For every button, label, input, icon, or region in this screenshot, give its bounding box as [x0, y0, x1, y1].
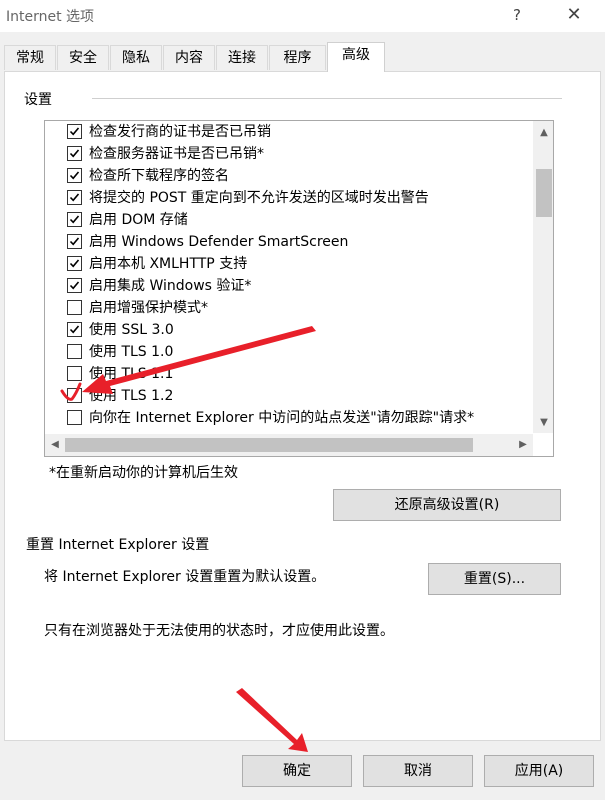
title-bar: Internet 选项 ? ✕ — [0, 0, 605, 32]
checkbox-checked[interactable] — [67, 190, 82, 205]
checkbox-checked[interactable] — [67, 322, 82, 337]
scroll-down-icon[interactable]: ▼ — [534, 413, 553, 433]
setting-label: 使用 TLS 1.1 — [89, 366, 174, 382]
checkbox-unchecked[interactable] — [67, 300, 82, 315]
horizontal-scroll-thumb[interactable] — [65, 438, 473, 452]
restart-note: *在重新启动你的计算机后生效 — [49, 465, 238, 481]
setting-label: 检查服务器证书是否已吊销* — [89, 146, 264, 162]
group-divider — [92, 98, 562, 99]
checkbox-checked[interactable] — [67, 256, 82, 271]
settings-listbox[interactable]: 检查发行商的证书是否已吊销 检查服务器证书是否已吊销* 检查所下载程序的签名将提交的… — [44, 120, 554, 457]
tab-privacy[interactable]: 隐私 — [110, 45, 162, 70]
settings-group-label: 设置 — [24, 92, 52, 108]
checkbox-checked[interactable] — [67, 212, 82, 227]
checkbox-unchecked[interactable] — [67, 388, 82, 403]
tab-connections[interactable]: 连接 — [216, 45, 268, 70]
ok-button[interactable]: 确定 — [242, 755, 352, 787]
setting-label: 使用 SSL 3.0 — [89, 322, 174, 338]
setting-label: 检查所下载程序的签名 — [89, 168, 229, 184]
scroll-left-icon[interactable]: ◀ — [45, 435, 65, 455]
checkbox-unchecked[interactable] — [67, 410, 82, 425]
cancel-button[interactable]: 取消 — [363, 755, 473, 787]
setting-label: 使用 TLS 1.0 — [89, 344, 174, 360]
reset-section-title: 重置 Internet Explorer 设置 — [26, 537, 210, 553]
scroll-right-icon[interactable]: ▶ — [513, 435, 533, 455]
setting-label: 检查发行商的证书是否已吊销 — [89, 124, 271, 140]
checkbox-checked[interactable] — [67, 168, 82, 183]
setting-label: 启用本机 XMLHTTP 支持 — [89, 256, 248, 272]
checkbox-unchecked[interactable] — [67, 344, 82, 359]
tab-programs[interactable]: 程序 — [269, 45, 326, 70]
setting-label: 启用集成 Windows 验证* — [89, 278, 252, 294]
checkbox-checked[interactable] — [67, 278, 82, 293]
vertical-scroll-thumb[interactable] — [536, 169, 552, 217]
checkbox-checked[interactable] — [67, 234, 82, 249]
window-title: Internet 选项 — [6, 9, 95, 25]
checkbox-unchecked[interactable] — [67, 366, 82, 381]
setting-label: 使用 TLS 1.2 — [89, 388, 174, 404]
setting-label: 启用 Windows Defender SmartScreen — [89, 234, 349, 250]
restore-advanced-button[interactable]: 还原高级设置(R) — [333, 489, 561, 521]
setting-label: 启用 DOM 存储 — [89, 212, 188, 228]
scroll-up-icon[interactable]: ▲ — [534, 123, 553, 143]
tab-advanced[interactable]: 高级 — [327, 42, 385, 72]
checkbox-checked[interactable] — [67, 146, 82, 161]
reset-note: 只有在浏览器处于无法使用的状态时，才应使用此设置。 — [44, 623, 394, 639]
help-icon[interactable]: ? — [505, 2, 529, 28]
reset-button[interactable]: 重置(S)... — [428, 563, 561, 595]
reset-description: 将 Internet Explorer 设置重置为默认设置。 — [44, 569, 326, 585]
apply-button[interactable]: 应用(A) — [484, 755, 594, 787]
setting-label: 将提交的 POST 重定向到不允许发送的区域时发出警告 — [89, 190, 429, 206]
tab-general[interactable]: 常规 — [4, 45, 56, 70]
tab-security[interactable]: 安全 — [57, 45, 109, 70]
setting-label: 向你在 Internet Explorer 中访问的站点发送"请勿跟踪"请求* — [89, 410, 475, 426]
vertical-scrollbar[interactable]: ▲ ▼ — [533, 121, 553, 433]
checkbox-checked[interactable] — [67, 124, 82, 139]
horizontal-scrollbar[interactable]: ◀ ▶ — [45, 434, 533, 456]
close-icon[interactable]: ✕ — [557, 2, 591, 28]
setting-label: 启用增强保护模式* — [89, 300, 208, 316]
tab-content[interactable]: 内容 — [163, 45, 215, 70]
tab-strip: 常规 安全 隐私 内容 连接 程序 高级 — [4, 42, 601, 72]
